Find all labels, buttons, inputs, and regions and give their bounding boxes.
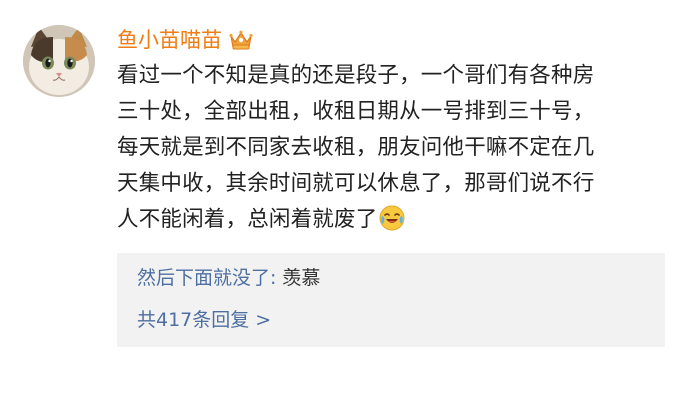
username-link[interactable]: 鱼小苗喵苗 [117, 25, 222, 55]
crown-icon [228, 29, 254, 51]
comment-card: 鱼小苗喵苗 看过一个不知是真的还是段子，一个哥们有各种房 三十处，全部出租，收租… [0, 0, 690, 409]
reply-item: 然后下面就没了: 羡慕 [137, 264, 320, 292]
comment-line: 每天就是到不同家去收租，朋友问他干嘛不定在几 [117, 135, 595, 160]
comment-line: 看过一个不知是真的还是段子，一个哥们有各种房 [117, 63, 595, 88]
reply-preview-box: 然后下面就没了: 羡慕 共417条回复 > [117, 253, 665, 347]
comment-line: 三十处，全部出租，收租日期从一号排到三十号， [117, 99, 595, 124]
laugh-cry-emoji-icon [379, 205, 405, 231]
reply-content: 羡慕 [282, 267, 321, 289]
username-row: 鱼小苗喵苗 [117, 25, 254, 55]
view-all-replies-link[interactable]: 共417条回复 > [137, 306, 271, 334]
avatar[interactable] [23, 25, 95, 97]
comment-line: 人不能闲着，总闲着就废了 [117, 207, 378, 232]
reply-author-link[interactable]: 然后下面就没了 [137, 267, 270, 289]
comment-line-last: 人不能闲着，总闲着就废了 [117, 202, 677, 238]
reply-colon: : [270, 267, 277, 289]
comment-line: 天集中收，其余时间就可以休息了，那哥们说不行 [117, 171, 595, 196]
comment-text: 看过一个不知是真的还是段子，一个哥们有各种房 三十处，全部出租，收租日期从一号排… [117, 58, 677, 238]
